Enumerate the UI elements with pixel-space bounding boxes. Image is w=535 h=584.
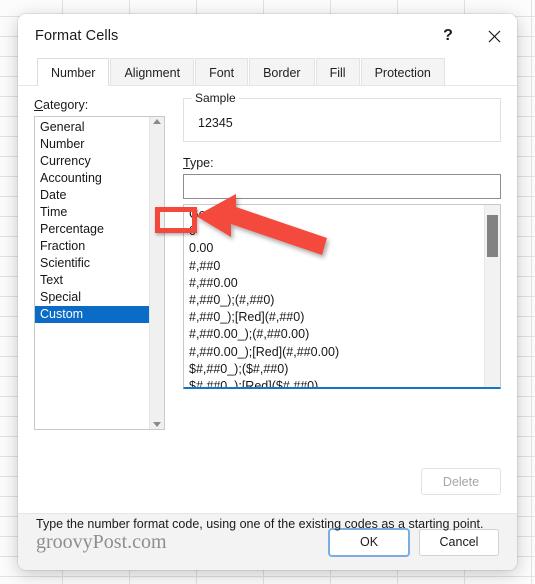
type-item-paren-2dp[interactable]: #,##0.00_);(#,##0.00) <box>184 326 484 343</box>
category-label: Category: <box>34 98 165 112</box>
tab-number[interactable]: Number <box>37 58 110 87</box>
tab-protection[interactable]: Protection <box>360 58 445 86</box>
watermark: groovyPost.com <box>36 530 167 553</box>
tab-border[interactable]: Border <box>249 58 315 86</box>
type-items: General 0 0.00 #,##0 #,##0.00 #,##0_);(#… <box>184 205 484 387</box>
category-item-time[interactable]: Time <box>35 204 149 221</box>
category-item-date[interactable]: Date <box>35 187 149 204</box>
category-item-special[interactable]: Special <box>35 289 149 306</box>
scroll-down-arrow-icon[interactable] <box>153 422 161 427</box>
delete-button-row: Delete <box>421 468 501 495</box>
help-icon[interactable]: ? <box>425 14 471 58</box>
category-listbox[interactable]: General Number Currency Accounting Date … <box>34 116 165 430</box>
sample-caption: Sample <box>192 91 239 105</box>
type-label-text: ype: <box>189 156 214 170</box>
category-item-custom[interactable]: Custom <box>35 306 149 323</box>
type-scrollbar[interactable] <box>484 205 500 387</box>
category-items: General Number Currency Accounting Date … <box>35 117 149 429</box>
sample-group: Sample 12345 <box>183 91 501 142</box>
close-icon[interactable] <box>471 14 517 58</box>
category-label-text: ategory: <box>43 98 89 112</box>
scroll-up-arrow-icon[interactable] <box>153 119 161 124</box>
type-item-thousands-2dp[interactable]: #,##0.00 <box>184 275 484 292</box>
tab-fill[interactable]: Fill <box>315 58 360 86</box>
dialog-titlebar: Format Cells ? <box>18 14 517 58</box>
type-label: Type: <box>183 156 501 170</box>
format-column: Sample 12345 Type: General 0 0.00 #,##0 … <box>183 91 501 430</box>
delete-button[interactable]: Delete <box>421 468 501 495</box>
type-item-paren-2dp-red[interactable]: #,##0.00_);[Red](#,##0.00) <box>184 344 484 361</box>
type-item-currency[interactable]: $#,##0_);($#,##0) <box>184 361 484 378</box>
type-item-currency-red[interactable]: $#,##0_);[Red]($#,##0) <box>184 378 484 387</box>
type-label-accel: T <box>183 156 190 170</box>
category-item-text[interactable]: Text <box>35 272 149 289</box>
ok-button[interactable]: OK <box>329 528 409 556</box>
category-scrollbar[interactable] <box>149 117 164 429</box>
type-item-paren[interactable]: #,##0_);(#,##0) <box>184 292 484 309</box>
sample-value: 12345 <box>198 116 233 130</box>
tab-font[interactable]: Font <box>195 58 249 86</box>
format-cells-dialog: Format Cells ? Number Alignment Font Bor… <box>18 14 517 570</box>
category-item-fraction[interactable]: Fraction <box>35 238 149 255</box>
category-column: Category: General Number Currency Accoun… <box>34 98 165 430</box>
type-item-paren-red[interactable]: #,##0_);[Red](#,##0) <box>184 309 484 326</box>
type-input[interactable] <box>183 174 501 199</box>
dialog-title: Format Cells <box>35 28 119 44</box>
titlebar-buttons: ? <box>425 14 517 58</box>
footer-buttons: OK Cancel <box>329 528 499 556</box>
category-item-percentage[interactable]: Percentage <box>35 221 149 238</box>
tab-alignment[interactable]: Alignment <box>110 58 195 86</box>
dialog-body: Category: General Number Currency Accoun… <box>18 86 517 531</box>
type-item-0[interactable]: 0 <box>184 223 484 240</box>
category-item-number[interactable]: Number <box>35 136 149 153</box>
type-item-thousands[interactable]: #,##0 <box>184 258 484 275</box>
type-listbox[interactable]: General 0 0.00 #,##0 #,##0.00 #,##0_);(#… <box>183 204 501 389</box>
hint-text: Type the number format code, using one o… <box>36 517 484 531</box>
category-item-currency[interactable]: Currency <box>35 153 149 170</box>
tab-strip: Number Alignment Font Border Fill Protec… <box>18 58 517 87</box>
type-item-0-00[interactable]: 0.00 <box>184 240 484 257</box>
category-item-scientific[interactable]: Scientific <box>35 255 149 272</box>
category-label-accel: C <box>34 98 44 112</box>
category-item-accounting[interactable]: Accounting <box>35 170 149 187</box>
scrollbar-thumb[interactable] <box>487 215 498 257</box>
category-item-general[interactable]: General <box>35 119 149 136</box>
type-item-general[interactable]: General <box>184 206 484 223</box>
cancel-button[interactable]: Cancel <box>419 528 499 556</box>
